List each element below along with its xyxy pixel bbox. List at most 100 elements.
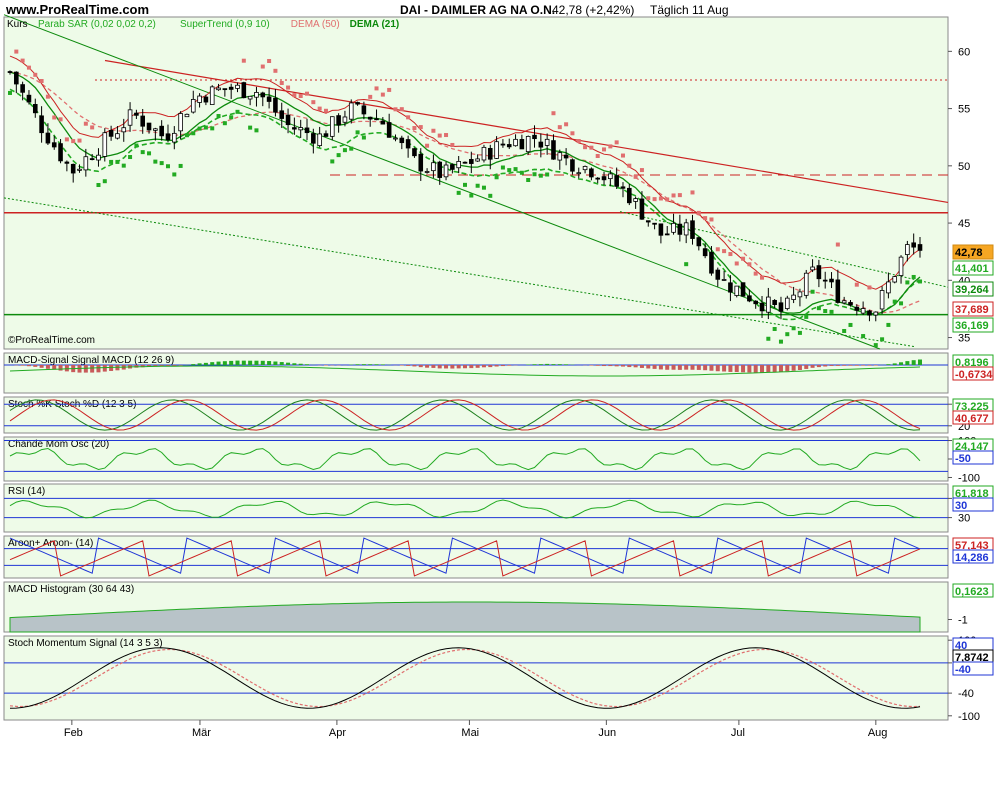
sar-dot xyxy=(836,243,840,247)
sar-dot xyxy=(71,139,75,143)
macd-bar xyxy=(425,365,429,368)
sar-dot xyxy=(273,69,277,73)
candle-body xyxy=(236,85,240,88)
sar-dot xyxy=(659,196,663,200)
candle-body xyxy=(899,257,903,275)
sar-dot xyxy=(356,130,360,134)
sar-dot xyxy=(817,306,821,310)
sar-dot xyxy=(242,59,246,63)
macd-bar xyxy=(84,365,88,373)
sar-dot xyxy=(709,217,713,221)
macd-bar xyxy=(817,365,821,367)
macd-bar xyxy=(273,362,277,365)
sar-dot xyxy=(450,143,454,147)
sar-dot xyxy=(141,150,145,154)
macd-bar xyxy=(672,365,676,370)
sar-dot xyxy=(766,337,770,341)
month-label: Jun xyxy=(598,727,616,739)
candle-body xyxy=(59,144,63,161)
candle-body xyxy=(495,142,499,159)
sar-dot xyxy=(324,109,328,113)
macd-bar xyxy=(204,363,208,365)
sar-dot xyxy=(425,144,429,148)
candle-body xyxy=(394,138,398,139)
candle-body xyxy=(773,300,777,304)
candle-body xyxy=(387,123,391,138)
month-label: Mai xyxy=(461,727,479,739)
sar-dot xyxy=(463,183,467,187)
candle-body xyxy=(343,117,347,122)
candle-body xyxy=(552,141,556,160)
macd-bar xyxy=(634,365,638,367)
candle-body xyxy=(406,140,410,148)
macd-bar xyxy=(722,365,726,372)
sar-dot xyxy=(147,151,151,155)
sar-dot xyxy=(406,115,410,119)
macd-bar xyxy=(754,365,758,372)
sar-dot xyxy=(551,111,555,115)
value-badge-text: 41,401 xyxy=(955,263,989,275)
candle-body xyxy=(735,286,739,295)
macd-bar xyxy=(463,365,467,368)
macd-bar xyxy=(210,362,214,365)
candle-body xyxy=(255,92,259,97)
sar-dot xyxy=(185,133,189,137)
candle-body xyxy=(71,164,75,173)
macd-bar xyxy=(564,364,568,365)
macd-bar xyxy=(27,365,31,366)
macd-bar xyxy=(444,365,448,368)
macd-bar xyxy=(640,365,644,368)
candle-body xyxy=(741,283,745,297)
sar-dot xyxy=(785,332,789,336)
panel-chande xyxy=(4,437,948,481)
macd-bar xyxy=(558,364,562,365)
candle-body xyxy=(729,283,733,292)
legend-entry: SuperTrend (0,9 10) xyxy=(180,19,270,30)
sar-dot xyxy=(918,279,922,283)
candle-body xyxy=(476,159,480,161)
candle-body xyxy=(21,85,25,93)
candle-body xyxy=(678,224,682,234)
macd-bar xyxy=(381,364,385,365)
candle-body xyxy=(362,106,366,114)
macd-bar xyxy=(419,365,423,367)
sar-dot xyxy=(438,134,442,138)
month-label: Mär xyxy=(192,727,211,739)
sar-dot xyxy=(96,183,100,187)
sar-dot xyxy=(191,131,195,135)
sar-dot xyxy=(646,196,650,200)
macd-bar xyxy=(261,361,265,365)
candle-body xyxy=(539,142,543,147)
indicator-title: Aroon+ Aroon- (14) xyxy=(8,538,93,549)
macd-bar xyxy=(646,365,650,368)
macd-bar xyxy=(665,365,669,370)
value-badge-text: 39,264 xyxy=(955,284,990,296)
macd-bar xyxy=(728,365,732,372)
macd-bar xyxy=(627,365,631,367)
sar-dot xyxy=(412,126,416,130)
candle-body xyxy=(545,139,549,145)
indicator-tick-label: -100 xyxy=(958,472,980,484)
sar-dot xyxy=(305,92,309,96)
sar-dot xyxy=(375,86,379,90)
sar-dot xyxy=(893,300,897,304)
sar-dot xyxy=(393,107,397,111)
price-tick-label: 60 xyxy=(958,46,970,58)
sar-dot xyxy=(387,88,391,92)
macd-bar xyxy=(703,365,707,370)
sar-dot xyxy=(299,94,303,98)
sar-dot xyxy=(311,100,315,104)
candle-body xyxy=(653,223,657,224)
legend-entry: DEMA (21) xyxy=(350,19,400,30)
macd-bar xyxy=(198,363,202,365)
indicator-title: RSI (14) xyxy=(8,486,45,497)
candle-body xyxy=(179,114,183,131)
candle-body xyxy=(248,96,252,99)
sar-dot xyxy=(558,125,562,129)
candle-body xyxy=(905,245,909,255)
sar-dot xyxy=(760,276,764,280)
sar-dot xyxy=(90,125,94,129)
candle-body xyxy=(779,303,783,311)
candle-body xyxy=(665,234,669,235)
candle-body xyxy=(457,161,461,167)
